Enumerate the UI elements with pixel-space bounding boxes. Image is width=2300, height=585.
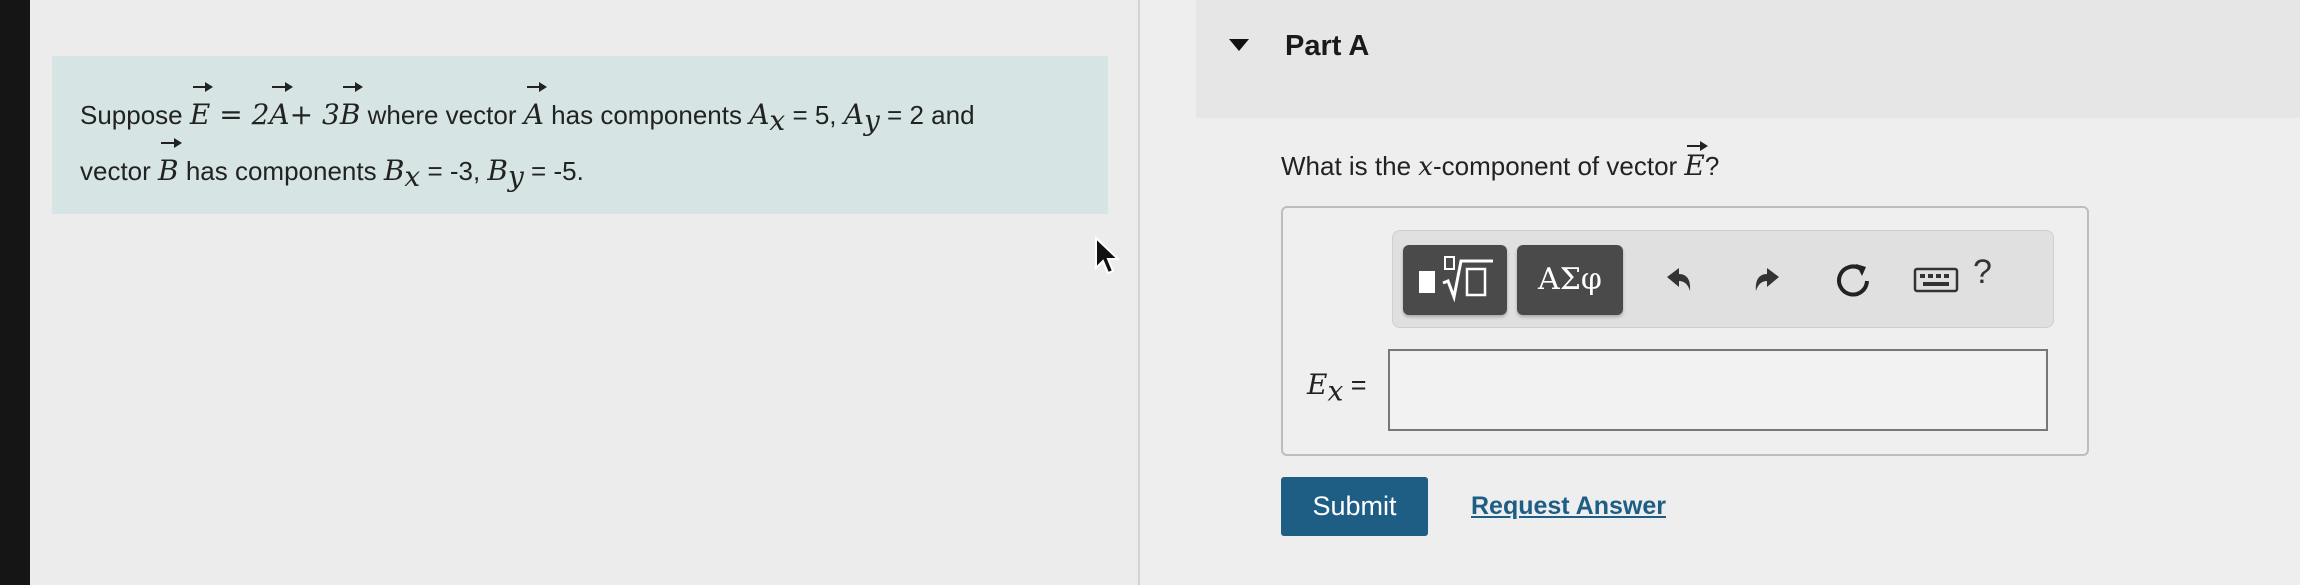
question-part: -component of vector <box>1432 151 1685 181</box>
vector-e-symbol: E <box>190 82 214 140</box>
submit-button[interactable]: Submit <box>1281 477 1428 536</box>
answer-subscript: x <box>1327 374 1344 408</box>
reset-icon[interactable] <box>1828 255 1878 305</box>
part-title: Part A <box>1285 30 1370 62</box>
problem-pane: Suppose E = 2A+ 3B where vector A has co… <box>30 0 1138 585</box>
answer-variable: E <box>1307 368 1328 401</box>
keyboard-icon[interactable] <box>1913 255 1959 305</box>
templates-icon <box>1419 256 1493 303</box>
vector-a-symbol: A <box>269 82 293 140</box>
component-ax: A <box>749 98 770 131</box>
help-icon[interactable]: ? <box>1973 253 1992 292</box>
vector-b-symbol: B <box>340 82 363 140</box>
collapse-triangle-icon[interactable] <box>1228 38 1250 52</box>
equation-part: = 2 <box>210 98 270 131</box>
component-value: = -3, <box>420 156 488 187</box>
vector-e-symbol: E <box>1684 141 1709 182</box>
question-x: x <box>1418 152 1433 182</box>
answer-equals: = <box>1343 370 1367 400</box>
screen-edge <box>0 0 30 585</box>
component-value: = -5. <box>523 156 584 187</box>
problem-statement: Suppose E = 2A+ 3B where vector A has co… <box>80 82 1090 202</box>
request-answer-link[interactable]: Request Answer <box>1471 492 1666 521</box>
question-text: What is the x-component of vector E? <box>1281 141 1720 182</box>
component-subscript: x <box>404 160 421 194</box>
answer-label: Ex = <box>1307 368 1367 407</box>
problem-word: Suppose <box>80 100 183 130</box>
question-part: What is the <box>1281 151 1419 181</box>
component-value: = 2 and <box>879 100 975 130</box>
component-value: = 5, <box>785 100 844 130</box>
problem-statement-box: Suppose E = 2A+ 3B where vector A has co… <box>52 56 1108 214</box>
undo-icon[interactable] <box>1653 255 1703 305</box>
equation-part: + 3 <box>289 98 340 131</box>
component-ay: A <box>843 98 864 131</box>
component-bx: B <box>383 154 405 188</box>
component-subscript: y <box>508 160 524 194</box>
mouse-cursor-icon <box>1095 236 1121 275</box>
problem-text-part: where vector <box>360 100 524 130</box>
problem-text-part: has components <box>543 100 750 130</box>
answer-input[interactable] <box>1388 349 2048 431</box>
vector-b-symbol: B <box>158 138 182 196</box>
component-subscript: x <box>769 104 786 138</box>
component-subscript: y <box>864 104 880 138</box>
problem-text-part: has components <box>178 156 384 187</box>
vector-a-symbol: A <box>524 82 548 140</box>
component-by: B <box>487 154 508 188</box>
symbols-button[interactable]: ΑΣφ <box>1517 245 1623 315</box>
templates-button[interactable] <box>1403 245 1507 315</box>
redo-icon[interactable] <box>1743 255 1793 305</box>
math-toolbar: ΑΣφ ? <box>1392 230 2054 328</box>
problem-text-part: vector <box>80 156 159 187</box>
question-part: ? <box>1704 151 1720 181</box>
